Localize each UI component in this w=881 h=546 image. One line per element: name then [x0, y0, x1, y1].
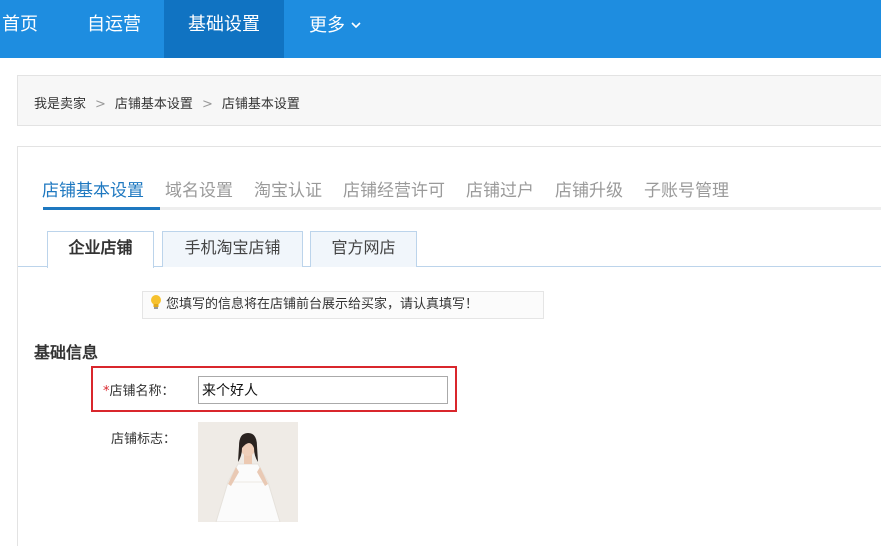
- tab-shop-upgrade[interactable]: 店铺升级: [555, 179, 623, 209]
- active-tab-underline: [43, 207, 160, 210]
- breadcrumb-separator: >: [95, 97, 106, 112]
- shop-name-highlight: *店铺名称：: [91, 366, 457, 412]
- breadcrumb-item-shop-settings[interactable]: 店铺基本设置: [115, 97, 193, 112]
- notice-text: 您填写的信息将在店铺前台展示给买家，请认真填写！: [166, 297, 479, 312]
- subtab-enterprise-shop[interactable]: 企业店铺: [47, 231, 154, 268]
- tab-taobao-certification[interactable]: 淘宝认证: [254, 179, 322, 209]
- chevron-down-icon: [351, 0, 361, 50]
- nav-basic-settings[interactable]: 基础设置: [164, 0, 284, 58]
- nav-more[interactable]: 更多: [309, 0, 361, 58]
- main-panel: 店铺基本设置 域名设置 淘宝认证 店铺经营许可 店铺过户 店铺升级 子账号管理 企业店铺 手…: [17, 146, 881, 546]
- breadcrumb-panel: 我是卖家 > 店铺基本设置 > 店铺基本设置: [17, 75, 881, 126]
- top-nav: 首页 自运营 基础设置 更多: [0, 0, 881, 58]
- shop-name-input[interactable]: [198, 376, 448, 404]
- tab-business-license[interactable]: 店铺经营许可: [343, 179, 445, 209]
- tab-domain-settings[interactable]: 域名设置: [165, 179, 233, 209]
- subtab-official-store[interactable]: 官方网店: [310, 231, 417, 267]
- tab-shop-basic-settings[interactable]: 店铺基本设置: [42, 179, 144, 209]
- primary-tabs: 店铺基本设置 域名设置 淘宝认证 店铺经营许可 店铺过户 店铺升级 子账号管理: [42, 179, 750, 209]
- tab-divider: [160, 207, 881, 210]
- breadcrumb-separator: >: [201, 97, 213, 112]
- nav-more-label: 更多: [309, 15, 345, 36]
- notice-banner: 您填写的信息将在店铺前台展示给买家，请认真填写！: [142, 291, 544, 319]
- nav-self-operation[interactable]: 自运营: [87, 0, 141, 58]
- breadcrumb-item-current: 店铺基本设置: [221, 97, 300, 112]
- breadcrumb-item-seller[interactable]: 我是卖家: [34, 97, 86, 112]
- shop-name-label-text: 店铺名称：: [109, 384, 175, 399]
- shop-logo-image[interactable]: [198, 422, 298, 522]
- breadcrumb: 我是卖家 > 店铺基本设置 > 店铺基本设置: [34, 93, 300, 112]
- nav-home[interactable]: 首页: [0, 0, 44, 58]
- lightbulb-icon: [150, 294, 162, 310]
- section-title: 基础信息: [34, 343, 99, 362]
- shop-name-label: *店铺名称：: [103, 380, 175, 399]
- tab-shop-transfer[interactable]: 店铺过户: [466, 179, 534, 209]
- tab-sub-account[interactable]: 子账号管理: [644, 179, 729, 209]
- subtab-mobile-taobao-shop[interactable]: 手机淘宝店铺: [162, 231, 303, 267]
- shop-logo-label: 店铺标志：: [111, 432, 177, 447]
